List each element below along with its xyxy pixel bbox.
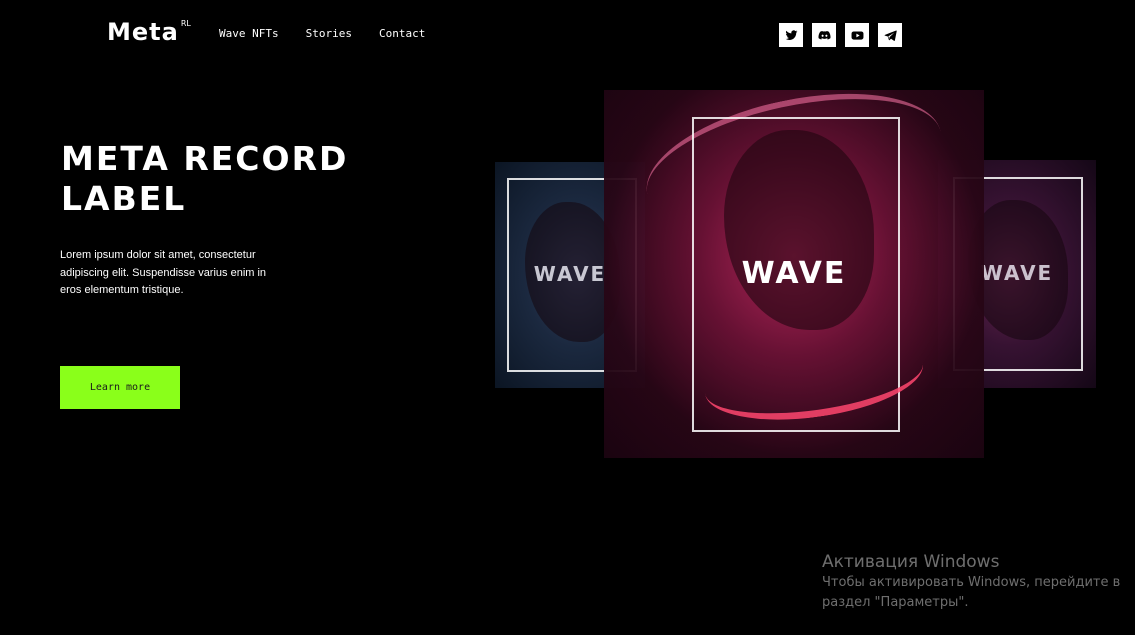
watermark-line-1: Чтобы активировать Windows, перейдите в [822, 575, 1121, 590]
logo[interactable]: Meta RL [107, 17, 191, 47]
logo-text: Meta [107, 18, 179, 46]
nav-link-stories[interactable]: Stories [306, 27, 352, 40]
nav-link-contact[interactable]: Contact [379, 27, 425, 40]
youtube-icon [851, 30, 863, 40]
discord-button[interactable] [812, 23, 836, 47]
telegram-icon [884, 30, 897, 41]
watermark-line-2: раздел "Параметры". [822, 595, 969, 610]
poster-main-title: WAVE [741, 256, 847, 291]
hero-title-line-1: META RECORD [61, 139, 349, 178]
youtube-button[interactable] [845, 23, 869, 47]
nav-link-wave-nfts[interactable]: Wave NFTs [219, 27, 279, 40]
discord-icon [817, 30, 831, 40]
windows-activation-watermark: Активация Windows Чтобы активировать Win… [822, 551, 1120, 613]
twitter-icon [785, 29, 797, 40]
watermark-title: Активация Windows [822, 552, 1000, 572]
telegram-button[interactable] [878, 23, 902, 47]
hero-description: Lorem ipsum dolor sit amet, consectetur … [60, 249, 267, 296]
logo-superscript: RL [180, 19, 191, 28]
hero-title-line-2: LABEL [61, 179, 187, 218]
main-nav: Wave NFTs Stories Contact [219, 27, 425, 40]
learn-more-button[interactable]: Learn more [60, 366, 180, 409]
hero-title: META RECORD LABEL [61, 139, 391, 219]
poster-main[interactable]: WAVE [604, 90, 984, 458]
social-links [779, 23, 902, 47]
twitter-button[interactable] [779, 23, 803, 47]
